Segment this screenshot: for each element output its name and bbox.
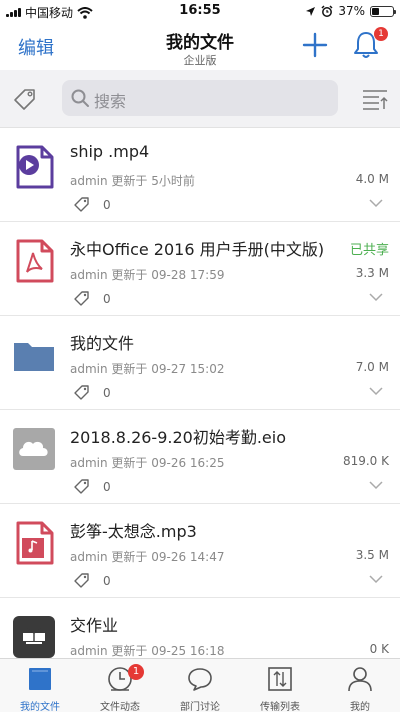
file-size: 3.3 M xyxy=(355,266,389,280)
search-bar: 搜索 xyxy=(0,70,400,128)
file-meta: admin 更新于 5小时前 xyxy=(70,174,195,188)
chevron-down-icon[interactable] xyxy=(368,198,384,208)
file-size: 3.5 M xyxy=(355,548,389,562)
folder-icon xyxy=(14,343,54,371)
tag-icon[interactable] xyxy=(73,289,91,307)
tag-icon[interactable] xyxy=(73,195,91,213)
notification-badge: 1 xyxy=(374,27,388,41)
activity-badge: 1 xyxy=(128,664,144,680)
file-row[interactable]: 我的文件 admin 更新于 09-27 15:02 7.0 M 0 xyxy=(0,316,400,410)
transfer-icon xyxy=(268,667,292,691)
file-meta: admin 更新于 09-28 17:59 xyxy=(70,268,225,282)
alarm-icon xyxy=(321,5,333,17)
file-name: 永中Office 2016 用户手册(中文版) xyxy=(70,240,325,259)
search-placeholder: 搜索 xyxy=(94,92,127,111)
tab-bar: 我的文件 1 文件动态 部门讨论 传输列表 我的 xyxy=(0,658,400,712)
tag-filter-icon[interactable] xyxy=(12,86,38,112)
tab-label: 传输列表 xyxy=(260,702,300,712)
file-meta: admin 更新于 09-27 15:02 xyxy=(70,362,225,376)
file-row[interactable]: 永中Office 2016 用户手册(中文版) 已共享 admin 更新于 09… xyxy=(0,222,400,316)
battery-icon xyxy=(370,5,396,17)
tag-count: 0 xyxy=(103,198,111,212)
tab-me[interactable]: 我的 xyxy=(320,659,400,712)
file-meta: admin 更新于 09-26 16:25 xyxy=(70,456,225,470)
tag-icon[interactable] xyxy=(73,477,91,495)
chat-bubble-icon xyxy=(188,668,212,691)
chevron-down-icon[interactable] xyxy=(368,386,384,396)
file-size: 4.0 M xyxy=(355,172,389,186)
sort-icon[interactable] xyxy=(362,87,388,111)
file-name: 交作业 xyxy=(70,616,119,635)
tab-transfer-list[interactable]: 传输列表 xyxy=(240,659,320,712)
file-name: 彭筝-太想念.mp3 xyxy=(70,522,197,541)
chevron-down-icon[interactable] xyxy=(368,574,384,584)
tag-count: 0 xyxy=(103,386,111,400)
files-icon xyxy=(29,668,51,690)
file-size: 0 K xyxy=(369,642,389,656)
tab-label: 部门讨论 xyxy=(180,702,220,712)
tag-count: 0 xyxy=(103,574,111,588)
file-meta: admin 更新于 09-25 16:18 xyxy=(70,644,225,658)
dropbox-folder-icon xyxy=(13,616,55,658)
tab-label: 我的文件 xyxy=(20,702,60,712)
mp3-file-icon xyxy=(16,521,54,565)
video-file-icon xyxy=(16,145,54,189)
nav-bar: 编辑 我的文件 企业版 1 xyxy=(0,22,400,70)
cloud-file-icon xyxy=(13,428,55,470)
tag-icon[interactable] xyxy=(73,383,91,401)
file-row[interactable]: 2018.8.26-9.20初始考勤.eio admin 更新于 09-26 1… xyxy=(0,410,400,504)
pdf-file-icon xyxy=(16,239,54,283)
tag-icon[interactable] xyxy=(73,571,91,589)
file-size: 819.0 K xyxy=(342,454,389,468)
page-title: 我的文件 xyxy=(166,33,234,53)
file-size: 7.0 M xyxy=(355,360,389,374)
tab-label: 文件动态 xyxy=(100,702,140,712)
shared-badge: 已共享 xyxy=(349,243,389,258)
file-name: ship .mp4 xyxy=(70,142,150,161)
file-row[interactable]: ship .mp4 admin 更新于 5小时前 4.0 M 0 xyxy=(0,128,400,222)
status-bar: 中国移动 16:55 37% xyxy=(0,0,400,22)
file-name: 2018.8.26-9.20初始考勤.eio xyxy=(70,428,286,447)
tab-label: 我的 xyxy=(350,702,370,712)
file-meta: admin 更新于 09-26 14:47 xyxy=(70,550,225,564)
add-icon[interactable] xyxy=(302,32,328,58)
file-name: 我的文件 xyxy=(70,334,135,353)
chevron-down-icon[interactable] xyxy=(368,480,384,490)
file-list: ship .mp4 admin 更新于 5小时前 4.0 M 0 永中Offic… xyxy=(0,128,400,658)
search-input[interactable]: 搜索 xyxy=(62,80,338,116)
tag-count: 0 xyxy=(103,480,111,494)
file-row[interactable]: 彭筝-太想念.mp3 admin 更新于 09-26 14:47 3.5 M 0 xyxy=(0,504,400,598)
search-icon xyxy=(71,89,89,107)
page-subtitle: 企业版 xyxy=(183,54,217,67)
location-icon xyxy=(306,6,316,16)
chevron-down-icon[interactable] xyxy=(368,292,384,302)
tag-count: 0 xyxy=(103,292,111,306)
tab-department-discussion[interactable]: 部门讨论 xyxy=(160,659,240,712)
file-row[interactable]: 交作业 admin 更新于 09-25 16:18 0 K xyxy=(0,598,400,658)
battery-percent: 37% xyxy=(338,4,365,18)
tab-file-activity[interactable]: 1 文件动态 xyxy=(80,659,160,712)
person-icon xyxy=(348,667,372,692)
tab-my-files[interactable]: 我的文件 xyxy=(0,659,80,712)
